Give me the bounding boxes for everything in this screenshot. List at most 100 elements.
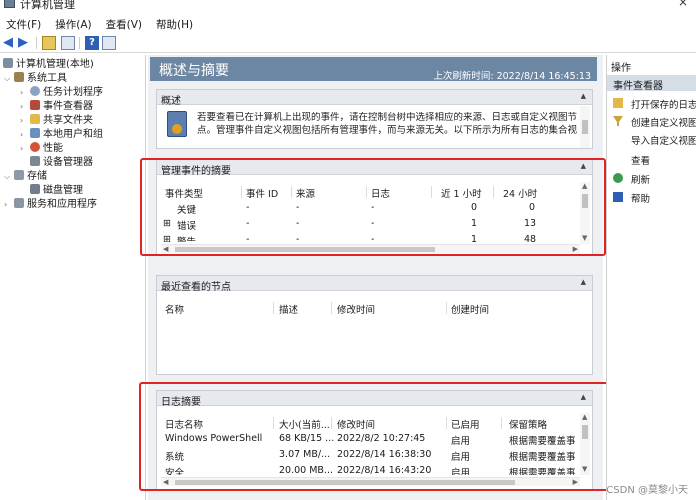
actions-section[interactable]: 事件查看器 [607, 75, 696, 92]
panel-header[interactable]: 最近查看的节点 ▲ [157, 276, 592, 293]
tree-item-local-users[interactable]: › 本地用户和组 [20, 128, 103, 142]
scrollbar-thumb[interactable] [582, 425, 588, 439]
shared-folder-icon [30, 114, 40, 124]
tree-item-device-manager[interactable]: 设备管理器 [30, 156, 93, 170]
menu-view[interactable]: 查看(V) [100, 15, 150, 33]
horizontal-scrollbar[interactable]: ◀ ▶ [161, 244, 580, 253]
menu-file[interactable]: 文件(F) [0, 15, 49, 33]
column-header[interactable]: 大小(当前... [279, 417, 330, 431]
action-view[interactable]: 查看 [607, 151, 696, 169]
chevron-right-icon[interactable]: › [20, 114, 30, 128]
chevron-right-icon[interactable]: › [20, 142, 30, 156]
chevron-right-icon[interactable]: › [20, 86, 30, 100]
vertical-scrollbar[interactable]: ▲ ▼ [580, 182, 590, 244]
scrollbar-thumb[interactable] [175, 480, 515, 485]
table-row[interactable]: 系统 3.07 MB/... 2022/8/14 16:38:30 启用 根据需… [161, 449, 576, 463]
scroll-right-icon[interactable]: ▶ [573, 478, 578, 486]
table-row[interactable]: 关键 - - - 0 0 [161, 202, 576, 216]
column-divider[interactable] [331, 302, 332, 314]
column-divider[interactable] [501, 417, 502, 429]
collapse-icon[interactable]: ▲ [581, 278, 586, 286]
chevron-right-icon[interactable]: › [4, 198, 14, 212]
column-divider[interactable] [446, 417, 447, 429]
scroll-up-icon[interactable]: ▲ [582, 413, 587, 421]
vertical-scrollbar[interactable] [580, 106, 590, 148]
scroll-right-icon[interactable]: ▶ [573, 245, 578, 253]
column-divider[interactable] [431, 186, 432, 198]
column-divider[interactable] [366, 186, 367, 198]
tree-item-event-viewer[interactable]: › 事件查看器 [20, 100, 93, 114]
chevron-down-icon[interactable]: ⌵ [4, 72, 14, 86]
column-divider[interactable] [446, 302, 447, 314]
tree-item-services-apps[interactable]: › 服务和应用程序 [4, 198, 97, 212]
column-divider[interactable] [273, 302, 274, 314]
expand-icon[interactable]: ⊞ [163, 234, 171, 242]
action-create-custom-view[interactable]: 创建自定义视图... [607, 113, 696, 131]
table-row[interactable]: ⊞ 警告 - - - 1 48 [161, 234, 576, 242]
column-divider[interactable] [331, 417, 332, 429]
column-divider[interactable] [291, 186, 292, 198]
console-tree-icon[interactable] [61, 36, 75, 50]
table-row[interactable]: Windows PowerShell 68 KB/15 ... 2022/8/2… [161, 433, 576, 447]
action-import-custom-view[interactable]: 导入自定义视图... [607, 131, 696, 149]
chevron-down-icon[interactable]: ⌵ [4, 170, 14, 184]
close-icon[interactable]: × [678, 0, 688, 9]
collapse-icon[interactable]: ▲ [581, 162, 586, 170]
scroll-left-icon[interactable]: ◀ [163, 478, 168, 486]
action-open-saved-log[interactable]: 打开保存的日志... [607, 95, 696, 113]
column-divider[interactable] [493, 186, 494, 198]
tree-item-system-tools[interactable]: ⌵ 系统工具 [4, 72, 67, 86]
vertical-scrollbar[interactable]: ▲ ▼ [580, 413, 590, 475]
table-row[interactable]: ⊞ 错误 - - - 1 13 [161, 218, 576, 232]
expand-icon[interactable]: ⊞ [163, 218, 171, 229]
panel-header[interactable]: 概述 ▲ [157, 90, 592, 107]
column-header[interactable]: 已启用 [451, 417, 480, 431]
column-header[interactable]: 修改时间 [337, 417, 375, 431]
view-icon[interactable] [102, 36, 116, 50]
scrollbar-thumb[interactable] [175, 247, 435, 252]
menu-help[interactable]: 帮助(H) [150, 15, 201, 33]
action-refresh[interactable]: 刷新 [607, 170, 696, 188]
chevron-right-icon[interactable]: › [20, 128, 30, 142]
column-header[interactable]: 近 1 小时 [441, 186, 482, 200]
column-header[interactable]: 描述 [279, 302, 298, 316]
column-header[interactable]: 来源 [296, 186, 315, 200]
column-header[interactable]: 名称 [165, 302, 184, 316]
panel-header[interactable]: 日志摘要 ▲ [157, 391, 592, 408]
column-header[interactable]: 创建时间 [451, 302, 489, 316]
column-header[interactable]: 保留策略 [509, 417, 547, 431]
help-icon[interactable]: ? [85, 36, 99, 50]
toolbar: ◀ ▶ ? [0, 33, 696, 53]
scroll-down-icon[interactable]: ▼ [582, 234, 587, 242]
tree-item-root[interactable]: 计算机管理(本地) [3, 58, 94, 72]
scroll-left-icon[interactable]: ◀ [163, 245, 168, 253]
tree-item-disk-management[interactable]: 磁盘管理 [30, 184, 83, 198]
scroll-down-icon[interactable]: ▼ [582, 465, 587, 473]
menu-action[interactable]: 操作(A) [49, 15, 99, 33]
forward-arrow-icon[interactable]: ▶ [18, 36, 32, 50]
column-header[interactable]: 事件类型 [165, 186, 203, 200]
column-divider[interactable] [241, 186, 242, 198]
panel-header[interactable]: 管理事件的摘要 ▲ [157, 160, 592, 177]
tree-item-shared-folders[interactable]: › 共享文件夹 [20, 114, 93, 128]
action-help[interactable]: 帮助 [607, 189, 696, 207]
column-header[interactable]: 24 小时 [503, 186, 537, 200]
tree-item-task-scheduler[interactable]: › 任务计划程序 [20, 86, 103, 100]
scrollbar-thumb[interactable] [582, 194, 588, 208]
scrollbar-thumb[interactable] [582, 120, 588, 134]
column-header[interactable]: 日志 [371, 186, 390, 200]
table-row[interactable]: 安全 20.00 MB... 2022/8/14 16:43:20 启用 根据需… [161, 465, 576, 475]
column-header[interactable]: 事件 ID [246, 186, 278, 200]
scroll-up-icon[interactable]: ▲ [582, 182, 587, 190]
back-arrow-icon[interactable]: ◀ [3, 36, 17, 50]
column-header[interactable]: 日志名称 [165, 417, 203, 431]
horizontal-scrollbar[interactable]: ◀ ▶ [161, 477, 580, 486]
up-folder-icon[interactable] [42, 36, 56, 50]
column-divider[interactable] [273, 417, 274, 429]
tree-item-storage[interactable]: ⌵ 存储 [4, 170, 47, 184]
tree-item-performance[interactable]: › 性能 [20, 142, 63, 156]
chevron-right-icon[interactable]: › [20, 100, 30, 114]
collapse-icon[interactable]: ▲ [581, 92, 586, 100]
collapse-icon[interactable]: ▲ [581, 393, 586, 401]
column-header[interactable]: 修改时间 [337, 302, 375, 316]
